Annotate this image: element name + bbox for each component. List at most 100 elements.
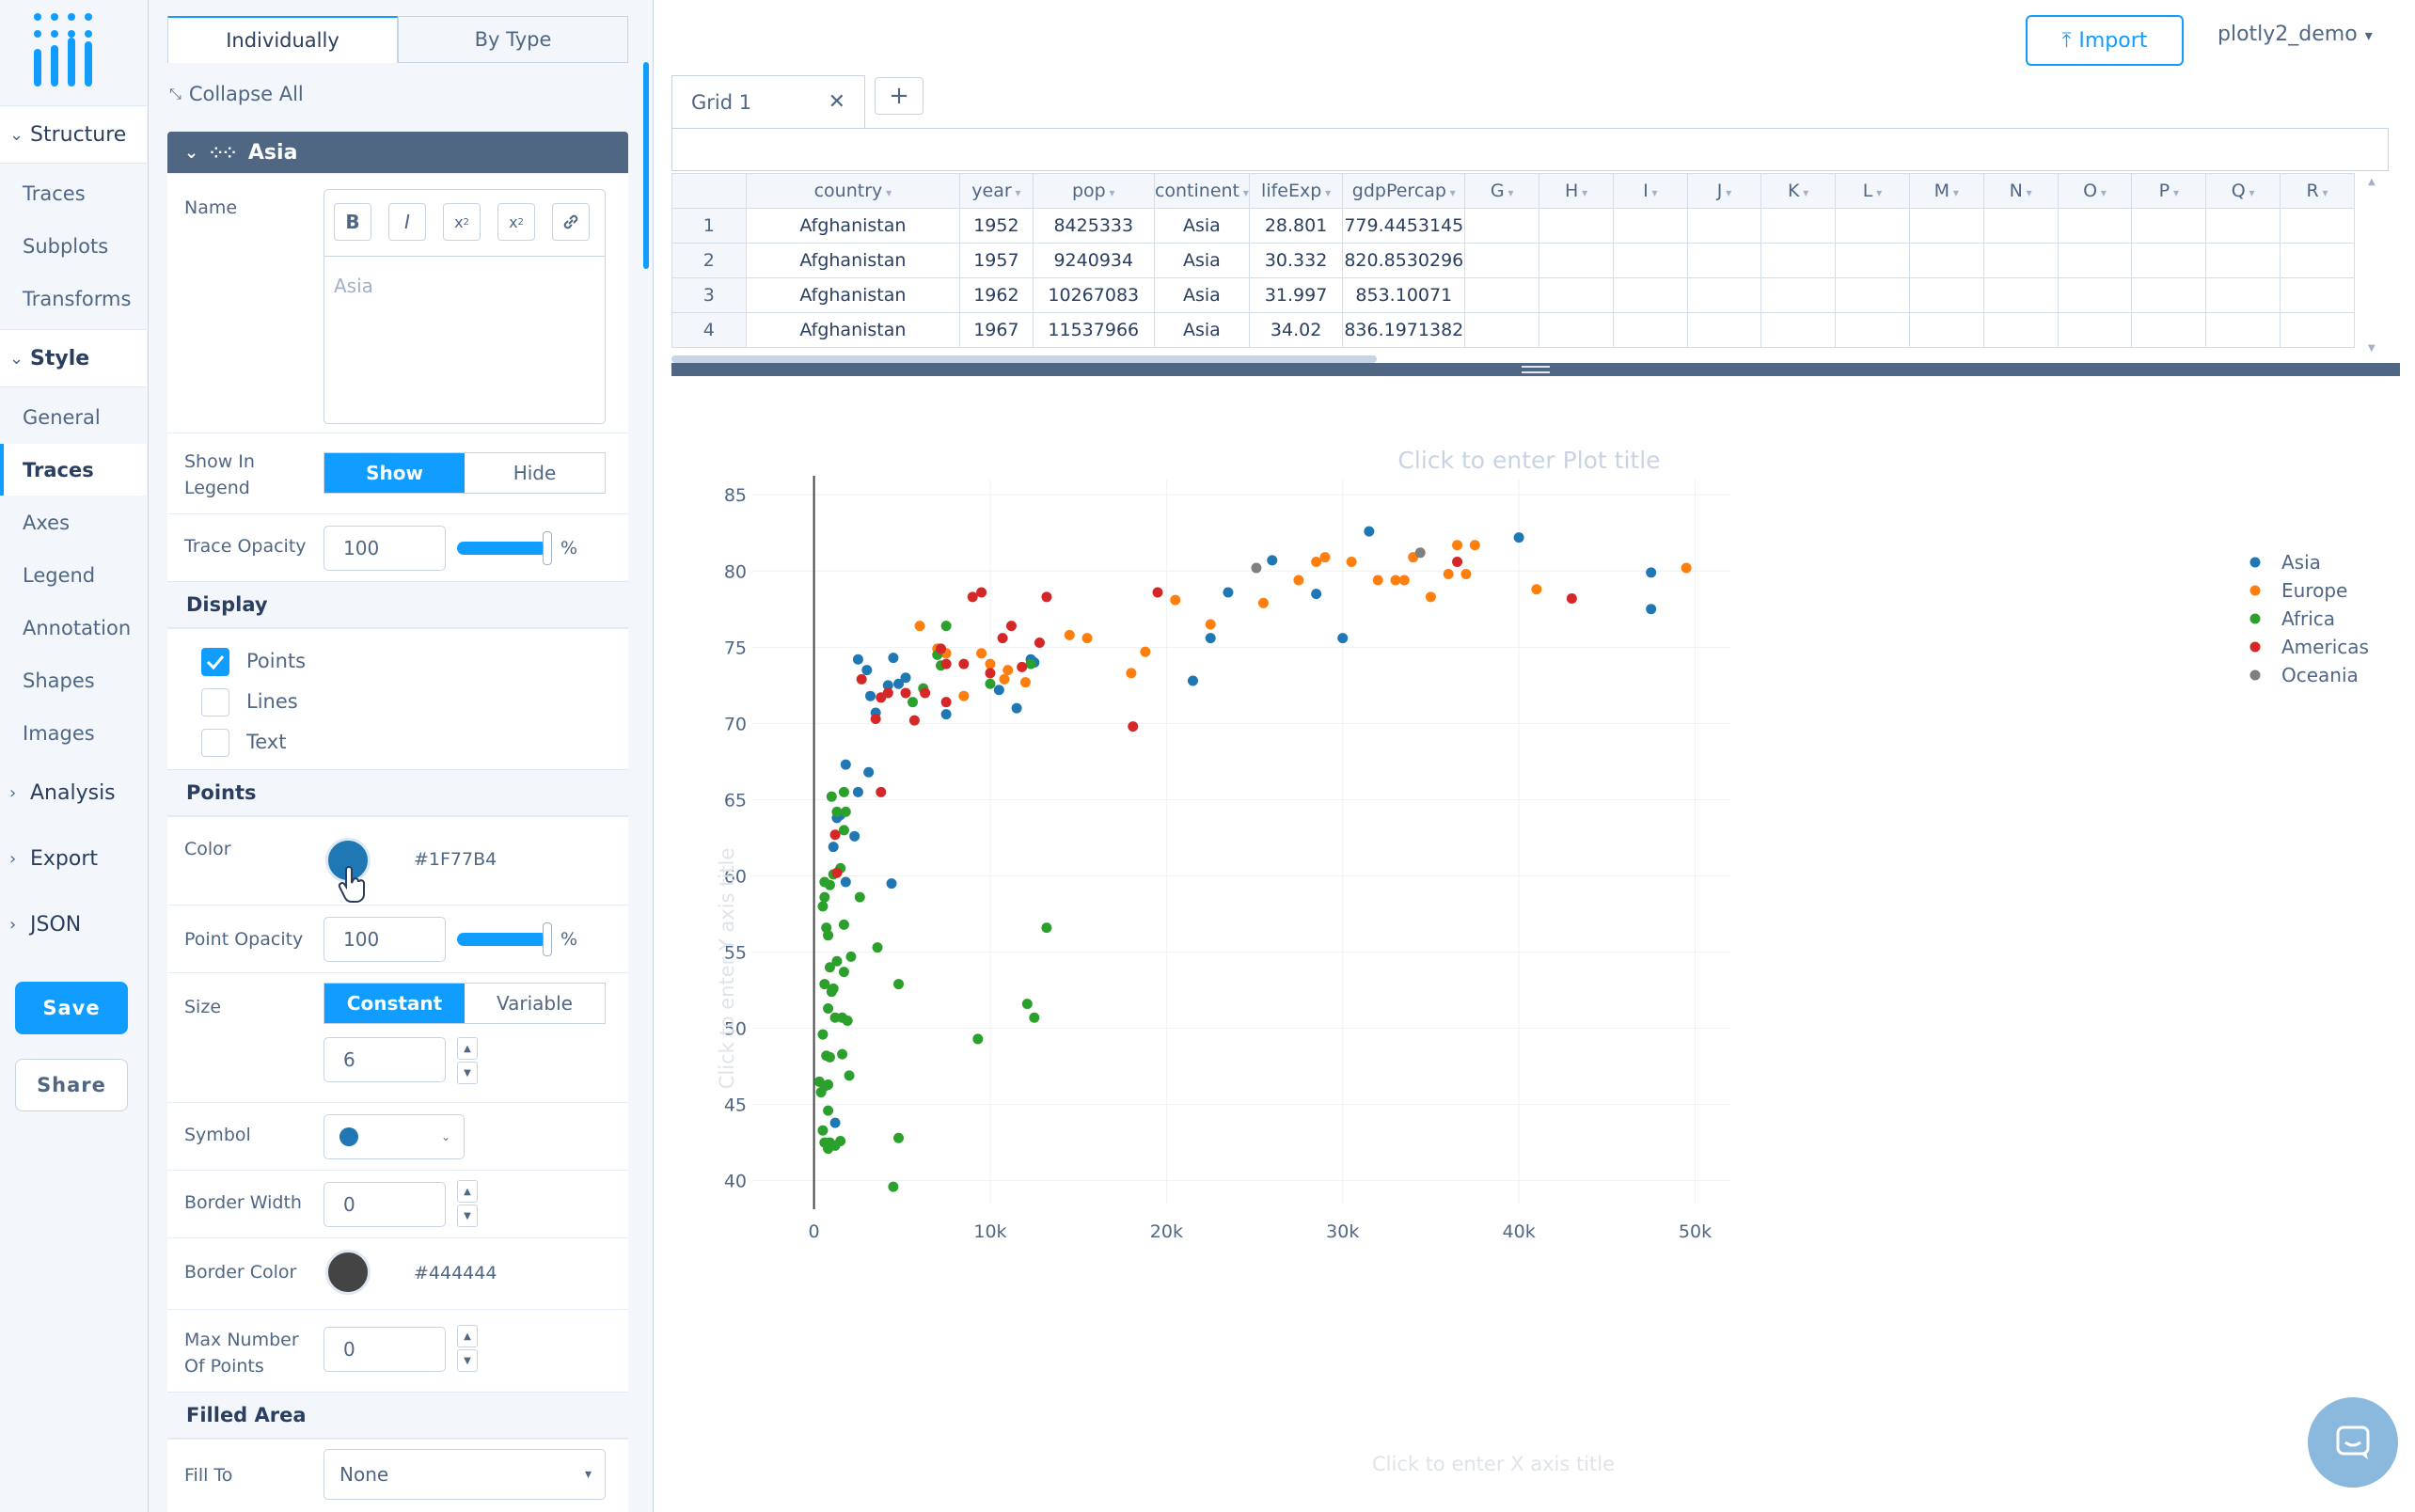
tab-by-type[interactable]: By Type (398, 16, 628, 63)
data-point-asia[interactable] (861, 665, 873, 676)
data-point-asia[interactable] (900, 672, 911, 684)
table-cell[interactable]: Asia (1153, 312, 1250, 348)
data-point-asia[interactable] (1011, 702, 1022, 714)
table-cell[interactable] (2205, 277, 2281, 313)
column-menu-icon[interactable]: ▾ (2246, 186, 2255, 199)
max-points-increment[interactable]: ▲ (457, 1325, 478, 1347)
data-point-africa[interactable] (940, 621, 952, 632)
points-checkbox[interactable] (201, 648, 229, 676)
data-point-africa[interactable] (842, 1015, 853, 1026)
data-point-europe[interactable] (976, 648, 987, 659)
table-cell[interactable]: Asia (1153, 243, 1250, 278)
data-point-asia[interactable] (1337, 633, 1349, 644)
legend-marker[interactable] (2249, 669, 2261, 681)
table-cell[interactable] (1539, 312, 1614, 348)
table-cell[interactable]: 779.4453145 (1342, 208, 1466, 244)
data-point-africa[interactable] (817, 901, 829, 912)
data-point-europe[interactable] (1469, 540, 1480, 551)
legend-item-label[interactable]: Americas (2281, 636, 2369, 658)
panel-scrollbar[interactable] (643, 62, 649, 269)
data-point-asia[interactable] (865, 690, 876, 701)
column-menu-icon[interactable]: ▾ (1446, 186, 1456, 199)
table-cell[interactable] (1612, 243, 1688, 278)
data-point-africa[interactable] (845, 951, 857, 962)
data-point-americas[interactable] (940, 658, 952, 669)
column-header[interactable]: H ▾ (1539, 173, 1614, 209)
grid-horizontal-scrollbar[interactable] (671, 355, 1377, 363)
nav-item-images[interactable]: Images (0, 707, 147, 759)
variable-option[interactable]: Variable (465, 984, 605, 1023)
x-axis-title[interactable]: Click to enter X axis title (1372, 1453, 1615, 1475)
table-cell[interactable] (2131, 277, 2207, 313)
close-icon[interactable]: ✕ (829, 90, 845, 114)
column-header[interactable]: country ▾ (745, 173, 961, 209)
add-grid-button[interactable]: + (875, 77, 923, 115)
table-cell[interactable] (1612, 208, 1688, 244)
data-point-europe[interactable] (1002, 665, 1014, 676)
data-point-americas[interactable] (900, 687, 911, 699)
table-cell[interactable] (1539, 243, 1614, 278)
table-cell[interactable] (2057, 208, 2133, 244)
trace-opacity-slider-handle[interactable] (543, 531, 552, 565)
nav-group-export[interactable]: › Export (0, 829, 147, 888)
data-point-europe[interactable] (1531, 584, 1542, 595)
column-header[interactable]: year ▾ (959, 173, 1034, 209)
legend-item-label[interactable]: Europe (2281, 579, 2347, 602)
column-header[interactable]: continent ▾ (1153, 173, 1250, 209)
trace-header-asia[interactable]: ⌄ ⁘⁘ Asia (167, 132, 628, 173)
column-header[interactable]: L ▾ (1835, 173, 1910, 209)
subscript-button[interactable]: x2 (443, 203, 481, 241)
data-point-africa[interactable] (835, 1136, 846, 1147)
data-point-americas[interactable] (1017, 661, 1028, 672)
data-point-africa[interactable] (837, 1048, 848, 1060)
column-menu-icon[interactable]: ▾ (1505, 186, 1513, 199)
fill-to-dropdown[interactable]: None ▾ (324, 1449, 606, 1500)
column-header[interactable]: J ▾ (1686, 173, 1762, 209)
nav-group-structure[interactable]: ⌄ Structure (0, 105, 147, 164)
table-cell[interactable] (2205, 243, 2281, 278)
plotly-logo[interactable] (28, 9, 115, 88)
point-opacity-input[interactable]: 100 (324, 917, 446, 962)
data-point-asia[interactable] (1187, 675, 1198, 686)
data-point-asia[interactable] (1223, 587, 1234, 598)
table-cell[interactable] (1760, 277, 1837, 313)
table-cell[interactable] (1835, 208, 1910, 244)
table-cell[interactable]: 1952 (959, 208, 1034, 244)
data-point-americas[interactable] (870, 714, 881, 725)
legend-marker[interactable] (2249, 613, 2261, 624)
column-menu-icon[interactable]: ▾ (882, 186, 892, 199)
table-cell[interactable] (1982, 208, 2059, 244)
table-cell[interactable]: 30.332 (1248, 243, 1344, 278)
nav-item-legend[interactable]: Legend (0, 549, 147, 601)
table-cell[interactable]: 836.1971382 (1342, 312, 1466, 348)
data-point-americas[interactable] (958, 658, 970, 669)
table-cell[interactable]: 28.801 (1248, 208, 1344, 244)
table-cell[interactable] (1464, 208, 1540, 244)
table-cell[interactable] (1539, 277, 1614, 313)
table-cell[interactable] (1835, 243, 1910, 278)
table-cell[interactable] (1908, 312, 1984, 348)
data-point-africa[interactable] (826, 791, 837, 802)
table-cell[interactable]: Asia (1153, 277, 1250, 313)
data-point-americas[interactable] (976, 587, 987, 598)
column-header[interactable]: O ▾ (2057, 173, 2133, 209)
hide-option[interactable]: Hide (465, 453, 605, 493)
collapse-all-button[interactable]: ⤡ Collapse All (169, 83, 304, 105)
symbol-dropdown[interactable]: ⌄ (324, 1114, 465, 1159)
table-cell[interactable] (1686, 243, 1762, 278)
data-point-asia[interactable] (1364, 526, 1375, 537)
column-menu-icon[interactable]: ▾ (2097, 186, 2107, 199)
table-cell[interactable] (1612, 312, 1688, 348)
data-point-africa[interactable] (972, 1033, 984, 1045)
chat-button[interactable] (2308, 1397, 2398, 1488)
column-header[interactable]: K ▾ (1760, 173, 1837, 209)
table-cell[interactable] (2131, 243, 2207, 278)
table-cell[interactable] (2280, 312, 2355, 348)
data-point-asia[interactable] (888, 653, 899, 664)
data-point-africa[interactable] (823, 1105, 834, 1116)
legend-item-label[interactable]: Oceania (2281, 664, 2359, 686)
data-point-africa[interactable] (888, 1181, 899, 1192)
data-point-europe[interactable] (1293, 575, 1304, 586)
column-header[interactable]: pop ▾ (1032, 173, 1155, 209)
data-point-africa[interactable] (908, 697, 919, 708)
